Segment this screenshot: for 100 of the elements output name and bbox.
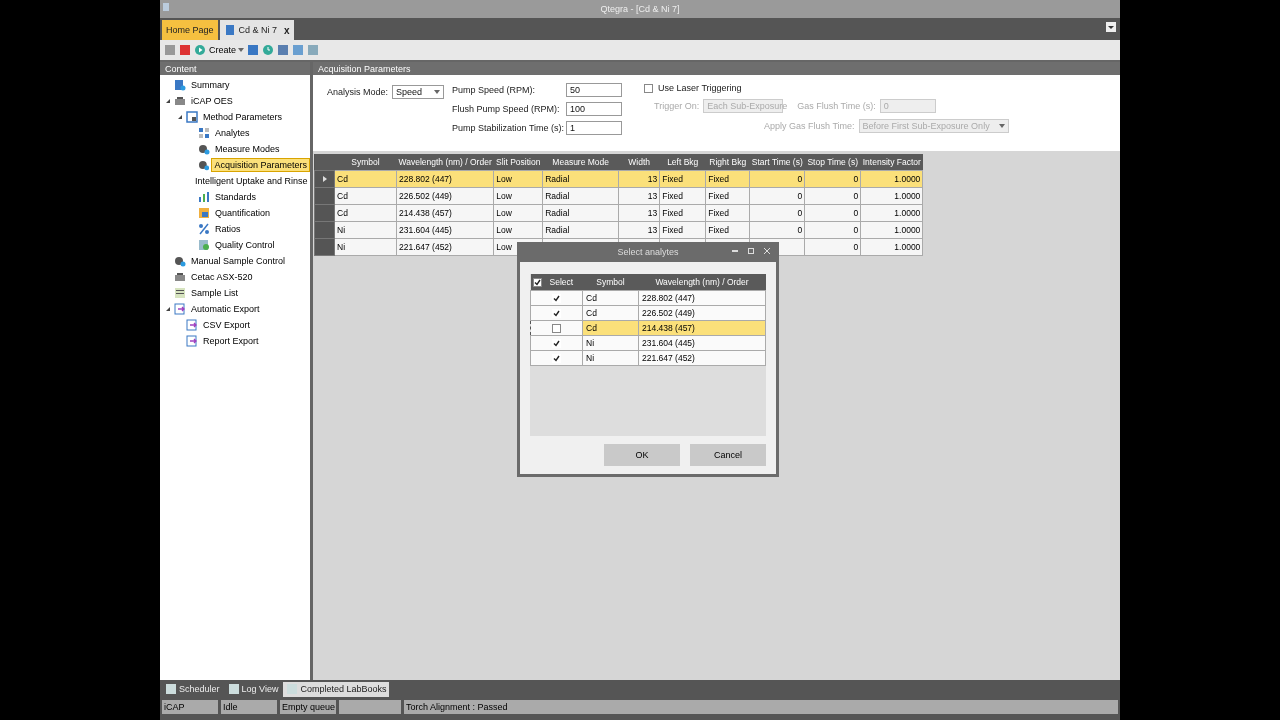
table-cell: Radial xyxy=(542,170,619,188)
caret-icon xyxy=(998,124,1005,128)
column-header[interactable]: Wavelength (nm) / Order xyxy=(396,154,494,171)
gear-icon xyxy=(174,255,186,267)
tree-item[interactable]: Method Parameters xyxy=(200,110,286,124)
collapse-arrow-icon[interactable] xyxy=(165,98,171,104)
panel-tab[interactable]: Completed LabBooks xyxy=(283,681,390,697)
select-all-checkbox[interactable] xyxy=(532,277,542,287)
tree-item[interactable]: Ratios xyxy=(212,222,244,236)
tab-menu-button[interactable] xyxy=(1106,22,1116,32)
method-icon xyxy=(186,111,198,123)
input-field[interactable]: 50 xyxy=(566,83,623,97)
maximize-icon[interactable] xyxy=(748,248,754,254)
panel-header: Content xyxy=(160,62,310,75)
table-cell: Low xyxy=(493,170,543,188)
panel-tab[interactable]: Scheduler xyxy=(162,681,223,697)
tree-item[interactable]: Automatic Export xyxy=(188,302,263,316)
column-header[interactable]: Right Bkg xyxy=(705,154,750,171)
app-icon xyxy=(162,2,170,12)
column-header[interactable]: Symbol xyxy=(582,274,639,291)
table-cell: Cd xyxy=(334,170,397,188)
close-tab-button[interactable]: x xyxy=(284,24,290,36)
column-header[interactable]: Start Time (s) xyxy=(749,154,805,171)
column-header: Select xyxy=(549,277,574,287)
collapse-arrow-icon[interactable] xyxy=(177,114,183,120)
export-icon xyxy=(174,303,186,315)
column-header[interactable]: Slit Position xyxy=(493,154,543,171)
panel-header: Acquisition Parameters xyxy=(313,62,1120,75)
mode-dropdown[interactable]: Speed xyxy=(392,85,445,99)
dialog-title: Select analytes xyxy=(617,247,679,257)
window-icon xyxy=(165,683,177,695)
tree-item[interactable]: Intelligent Uptake and Rinse xyxy=(192,174,311,188)
delete-icon xyxy=(179,44,191,56)
collapse-arrow-icon[interactable] xyxy=(165,306,171,312)
window-title: Qtegra - [Cd & Ni 7] xyxy=(600,4,680,14)
create-button[interactable]: Create xyxy=(209,45,244,55)
table-cell: Fixed xyxy=(705,170,750,188)
caret-icon xyxy=(434,90,441,94)
status-pane xyxy=(339,700,401,714)
check-document-icon xyxy=(198,239,210,251)
tree-item[interactable]: Measure Modes xyxy=(212,142,283,156)
tree-item[interactable]: Quality Control xyxy=(212,238,278,252)
bar-chart-icon xyxy=(198,191,210,203)
tree-item[interactable]: Analytes xyxy=(212,126,253,140)
checkbox[interactable] xyxy=(552,293,561,303)
clock-icon xyxy=(262,44,274,56)
percent-icon xyxy=(198,223,210,235)
tree-item[interactable]: Standards xyxy=(212,190,260,204)
tree-item[interactable]: CSV Export xyxy=(200,318,254,332)
field-label: Apply Gas Flush Time: xyxy=(764,121,855,131)
column-header[interactable]: Wavelength (nm) / Order xyxy=(638,274,766,291)
document-tab[interactable]: Home Page xyxy=(162,20,218,40)
table-cell: 0 xyxy=(749,170,805,188)
instrument-icon xyxy=(174,95,186,107)
table-cell: 13 xyxy=(618,170,660,188)
panel-tab[interactable]: Log View xyxy=(224,681,282,697)
checkbox[interactable] xyxy=(552,338,561,348)
info-icon xyxy=(174,79,186,91)
column-header[interactable]: Measure Mode xyxy=(542,154,619,171)
tree-item[interactable]: Manual Sample Control xyxy=(188,254,289,268)
ok-button[interactable]: OK xyxy=(604,444,680,466)
column-header[interactable]: Left Bkg xyxy=(659,154,706,171)
checkbox[interactable] xyxy=(552,308,561,318)
column-header[interactable]: Stop Time (s) xyxy=(804,154,861,171)
input-field[interactable]: 1 xyxy=(566,121,623,135)
document-tab[interactable]: Cd & Ni 7 x xyxy=(219,20,294,40)
field-label: Pump Stabilization Time (s): xyxy=(452,123,563,133)
input-field[interactable]: 100 xyxy=(566,102,623,116)
gear-icon xyxy=(198,143,210,155)
tree-item[interactable]: Quantification xyxy=(212,206,274,220)
tree-item[interactable]: Sample List xyxy=(188,286,242,300)
cancel-button[interactable]: Cancel xyxy=(690,444,766,466)
table-cell: Cd xyxy=(582,290,639,306)
field-label: Trigger On: xyxy=(654,101,700,111)
table-cell: 1.0000 xyxy=(860,170,923,188)
row-header[interactable] xyxy=(314,170,335,188)
close-icon[interactable] xyxy=(764,248,770,254)
checkbox[interactable] xyxy=(644,83,654,93)
window-icon xyxy=(286,683,299,695)
tree-item[interactable]: Summary xyxy=(188,78,233,92)
column-header[interactable]: Intensity Factor xyxy=(860,154,923,171)
tree-item[interactable]: iCAP OES xyxy=(188,94,236,108)
column-header[interactable]: Width xyxy=(618,154,660,171)
checkbox[interactable] xyxy=(552,353,561,363)
checkbox[interactable] xyxy=(552,323,561,333)
field-label: Gas Flush Time (s): xyxy=(797,101,876,111)
tree-item[interactable]: Report Export xyxy=(200,334,262,348)
row-pointer-icon xyxy=(322,175,327,182)
table-cell: 228.802 (447) xyxy=(396,170,494,188)
tree-item[interactable]: Cetac ASX-520 xyxy=(188,270,256,284)
status-pane: Idle xyxy=(221,700,277,714)
column-header[interactable]: Symbol xyxy=(334,154,397,171)
table-cell: 0 xyxy=(804,170,861,188)
grid-icon xyxy=(198,127,210,139)
save-icon xyxy=(164,44,176,56)
field-label: Pump Speed (RPM): xyxy=(452,85,537,95)
window-icon xyxy=(227,683,240,695)
field-label: Flush Pump Speed (RPM): xyxy=(452,104,561,114)
calculator-icon xyxy=(198,207,210,219)
tree-item[interactable]: Acquisition Parameters xyxy=(211,158,310,172)
